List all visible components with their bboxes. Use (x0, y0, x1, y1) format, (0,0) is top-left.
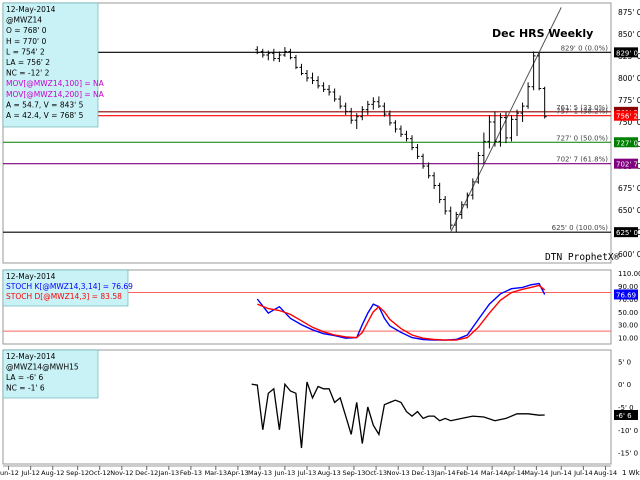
stochastic-tick-label: 50.00 (618, 309, 638, 317)
stochastic-info-box[interactable]: 12-May-2014STOCH K[@MWZ14,3,14] = 76.69S… (2, 269, 133, 307)
spread-tick-label: -15' 0 (618, 450, 638, 458)
spread-info-line: NC = -1' 6 (6, 384, 45, 393)
spread-info-line: LA = -6' 6 (6, 373, 43, 382)
price-info-line: L = 754' 2 (6, 47, 45, 56)
stochastic-info-line: STOCH K[@MWZ14,3,14] = 76.69 (6, 282, 133, 291)
fib-level-label: 702' 7 (61.8%) (556, 156, 608, 164)
x-axis-tick-label: Jun-14 (550, 469, 572, 477)
price-level-tag-label: 756' 2 (616, 113, 638, 121)
price-info-line: MOV[@MWZ14,200] = NA (6, 90, 105, 99)
x-axis-tick-label: Jan-13 (157, 469, 179, 477)
x-axis-tick-label: Oct-13 (365, 469, 387, 477)
x-axis-tick-label: Jul-13 (297, 469, 316, 477)
stochastic-tick-label: 10.00 (618, 335, 638, 343)
x-axis-tick-label: Dec-13 (411, 469, 434, 477)
spread-info-line: @MWZ14@MWH15 (6, 363, 79, 372)
x-axis-tick-label: Sep-12 (66, 469, 89, 477)
stochastic-info-line: STOCH D[@MWZ14,3] = 83.58 (6, 292, 122, 301)
price-info-line: A = 54.7, V = 843' 5 (6, 100, 84, 109)
price-info-box[interactable]: 12-May-2014 @MWZ14O = 768' 0 H = 770' 0L =… (2, 2, 105, 128)
price-tick-label: 775' 0 (618, 96, 640, 105)
x-axis-tick-label: Dec-12 (135, 469, 158, 477)
price-level-tag-label: 625' 0 (616, 229, 638, 237)
price-info-line: O = 768' 0 (6, 26, 47, 35)
x-axis-tick-label: Feb-13 (180, 469, 202, 477)
price-tick-label: 875' 0 (618, 8, 640, 17)
x-axis-tick-label: Apr-14 (504, 469, 525, 477)
price-info-line: LA = 756' 2 (6, 58, 50, 67)
interval-label[interactable]: 1 Wk (622, 469, 640, 477)
stochastic-tick-label: 30.00 (618, 322, 638, 330)
x-axis-tick-label: Nov-12 (110, 469, 133, 477)
x-axis-tick-label: Mar-13 (205, 469, 227, 477)
price-tick-label: 650' 0 (618, 206, 640, 215)
stochastic-value-tag-label: 76.69 (616, 291, 636, 299)
price-tick-label: 675' 0 (618, 184, 640, 193)
price-tick-label: 800' 0 (618, 74, 640, 83)
x-axis-tick-label: Apr-13 (227, 469, 248, 477)
price-info-line: @MWZ14 (6, 16, 42, 25)
price-chart-window: 829' 0 (0.0%)761' 5 (33.0%)757' 1 (38.2%… (0, 0, 640, 480)
spread-tick-label: 0' 0 (618, 381, 631, 389)
price-tick-label: 600' 0 (618, 250, 640, 259)
price-level-tag-label: 829' 0 (616, 49, 638, 57)
spread-tick-label: -10' 0 (618, 427, 638, 435)
spread-info-line: 12-May-2014 (6, 352, 56, 361)
stochastic-tick-label: 110.00 (618, 270, 640, 278)
price-info-line: A = 42.4, V = 768' 5 (6, 111, 84, 120)
x-axis-tick-label: Jul-14 (573, 469, 592, 477)
price-tick-label: 850' 0 (618, 30, 640, 39)
price-level-tag-label: 727' 0 (616, 139, 638, 147)
x-axis-tick-label: May-13 (248, 469, 272, 477)
fib-level-label: 625' 0 (100.0%) (552, 224, 609, 232)
x-axis-tick-label: Nov-13 (387, 469, 410, 477)
x-axis-tick-label: Feb-14 (456, 469, 478, 477)
x-axis-tick-label: Jun-12 (0, 469, 19, 477)
x-axis-tick-label: Aug-14 (594, 469, 617, 477)
x-axis-tick-label: Mar-14 (481, 469, 503, 477)
x-axis-tick-label: Jan-14 (434, 469, 456, 477)
price-level-tag-label: 702' 7 (616, 161, 638, 169)
spread-tick-label: 5' 0 (618, 358, 631, 366)
fib-level-label: 757' 1 (38.2%) (556, 108, 608, 116)
price-info-line: MOV[@MWZ14,100] = NA (6, 79, 105, 88)
x-axis-tick-label: Jun-13 (274, 469, 296, 477)
spread-value-tag-label: -6' 6 (616, 412, 632, 420)
stochastic-info-line: 12-May-2014 (6, 272, 56, 281)
x-axis-tick-label: Aug-12 (41, 469, 64, 477)
fib-level-label: 727' 0 (50.0%) (556, 134, 608, 142)
price-info-line: 12-May-2014 (6, 5, 56, 14)
watermark: DTN ProphetX® (545, 252, 620, 263)
x-axis-tick-label: Oct-12 (89, 469, 111, 477)
chart-title: Dec HRS Weekly (492, 27, 593, 40)
x-axis-tick-label: Sep-13 (343, 469, 366, 477)
x-axis-tick-label: Aug-13 (317, 469, 340, 477)
x-axis-tick-label: May-14 (524, 469, 548, 477)
spread-info-box[interactable]: 12-May-2014 @MWZ14@MWH15LA = -6' 6 NC = -1… (2, 349, 99, 399)
price-info-line: NC = -12' 2 (6, 69, 50, 78)
fib-level-label: 829' 0 (0.0%) (561, 44, 609, 52)
price-info-line: H = 770' 0 (6, 37, 46, 46)
x-axis-tick-label: Jul-12 (20, 469, 39, 477)
